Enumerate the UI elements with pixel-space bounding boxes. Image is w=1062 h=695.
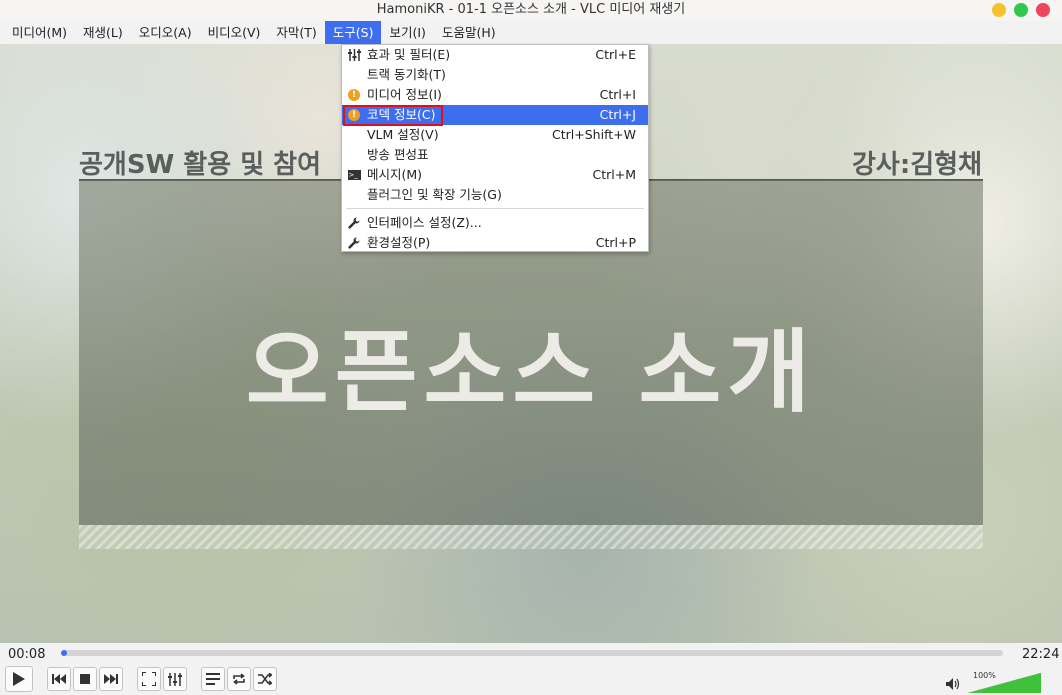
course-title: 공개SW 활용 및 참여 <box>79 150 321 180</box>
menu-item-label: 미디어 정보(I) <box>367 87 442 102</box>
extended-settings-icon <box>168 672 182 686</box>
seek-slider-fill <box>61 650 67 656</box>
menu-help[interactable]: 도움말(H) <box>434 21 504 44</box>
menu-separator <box>346 208 644 209</box>
previous-icon <box>52 674 66 684</box>
wrench-icon <box>347 216 361 230</box>
playback-controls: 00:08 22:24 100% <box>0 643 1062 695</box>
total-time: 22:24 <box>1022 647 1060 662</box>
window-title: HamoniKR - 01-1 오픈소스 소개 - VLC 미디어 재생기 <box>376 2 686 17</box>
menu-item-interface-settings[interactable]: 인터페이스 설정(Z)... <box>342 213 648 233</box>
menu-item-label: 트랙 동기화(T) <box>367 67 446 82</box>
fullscreen-icon <box>142 672 156 686</box>
volume-slider-fill <box>968 673 1041 693</box>
menu-item-shortcut: Ctrl+J <box>599 107 636 122</box>
stop-button[interactable] <box>73 667 97 691</box>
equalizer-icon <box>347 48 361 62</box>
menubar: 미디어(M) 재생(L) 오디오(A) 비디오(V) 자막(T) 도구(S) 보… <box>0 21 1062 44</box>
terminal-icon: >_ <box>347 168 361 182</box>
menu-playback[interactable]: 재생(L) <box>75 21 131 44</box>
tools-dropdown-menu: 효과 및 필터(E) Ctrl+E 트랙 동기화(T) ! 미디어 정보(I) … <box>341 44 649 252</box>
menu-item-label: 메시지(M) <box>367 167 423 182</box>
slide-stripes <box>79 525 983 549</box>
seek-slider[interactable] <box>61 650 1003 656</box>
menu-item-label: 인터페이스 설정(Z)... <box>367 215 482 230</box>
menu-audio[interactable]: 오디오(A) <box>131 21 200 44</box>
menu-item-shortcut: Ctrl+P <box>595 235 636 250</box>
maximize-button[interactable] <box>1014 3 1028 17</box>
previous-button[interactable] <box>47 667 71 691</box>
shuffle-button[interactable] <box>253 667 277 691</box>
stop-icon <box>80 674 90 684</box>
speaker-icon[interactable] <box>946 678 960 693</box>
loop-icon <box>233 673 245 685</box>
menu-item-label: 효과 및 필터(E) <box>367 47 451 62</box>
shuffle-icon <box>258 673 272 685</box>
close-button[interactable] <box>1036 3 1050 17</box>
next-icon <box>104 674 118 684</box>
info-icon: ! <box>347 88 361 102</box>
menu-item-shortcut: Ctrl+I <box>599 87 636 102</box>
menu-item-label: 방송 편성표 <box>367 147 429 162</box>
loop-button[interactable] <box>227 667 251 691</box>
menu-tools[interactable]: 도구(S) <box>324 21 382 44</box>
menu-item-shortcut: Ctrl+M <box>592 167 637 182</box>
wrench-icon <box>347 236 361 250</box>
elapsed-time: 00:08 <box>8 647 46 662</box>
menu-item-preferences[interactable]: 환경설정(P) Ctrl+P <box>342 233 648 253</box>
menu-item-plugins[interactable]: 플러그인 및 확장 기능(G) <box>342 185 648 205</box>
menu-item-shortcut: Ctrl+Shift+W <box>552 127 636 142</box>
menu-item-vlm-config[interactable]: VLM 설정(V) Ctrl+Shift+W <box>342 125 648 145</box>
play-icon <box>13 672 25 686</box>
menu-item-effects-filters[interactable]: 효과 및 필터(E) Ctrl+E <box>342 45 648 65</box>
extended-settings-button[interactable] <box>163 667 187 691</box>
fullscreen-button[interactable] <box>137 667 161 691</box>
menu-item-label: 환경설정(P) <box>367 235 431 250</box>
menu-item-label: VLM 설정(V) <box>367 127 439 142</box>
menu-item-messages[interactable]: >_ 메시지(M) Ctrl+M <box>342 165 648 185</box>
lecturer-name: 강사:김형채 <box>852 150 982 180</box>
window-titlebar: HamoniKR - 01-1 오픈소스 소개 - VLC 미디어 재생기 <box>0 0 1062 21</box>
menu-video[interactable]: 비디오(V) <box>200 21 269 44</box>
menu-item-shortcut: Ctrl+E <box>595 47 636 62</box>
play-button[interactable] <box>5 666 33 692</box>
next-button[interactable] <box>99 667 123 691</box>
volume-slider[interactable] <box>968 673 1041 693</box>
menu-view[interactable]: 보기(I) <box>381 21 433 44</box>
menu-item-program-guide[interactable]: 방송 편성표 <box>342 145 648 165</box>
minimize-button[interactable] <box>992 3 1006 17</box>
menu-item-track-sync[interactable]: 트랙 동기화(T) <box>342 65 648 85</box>
menu-item-label: 플러그인 및 확장 기능(G) <box>367 187 502 202</box>
playlist-button[interactable] <box>201 667 225 691</box>
menu-media[interactable]: 미디어(M) <box>4 21 75 44</box>
playlist-icon <box>206 673 220 685</box>
slide-main-title: 오픈소스 소개 <box>245 320 817 425</box>
menu-item-media-info[interactable]: ! 미디어 정보(I) Ctrl+I <box>342 85 648 105</box>
menu-subtitle[interactable]: 자막(T) <box>268 21 324 44</box>
annotation-highlight-box <box>343 105 443 126</box>
